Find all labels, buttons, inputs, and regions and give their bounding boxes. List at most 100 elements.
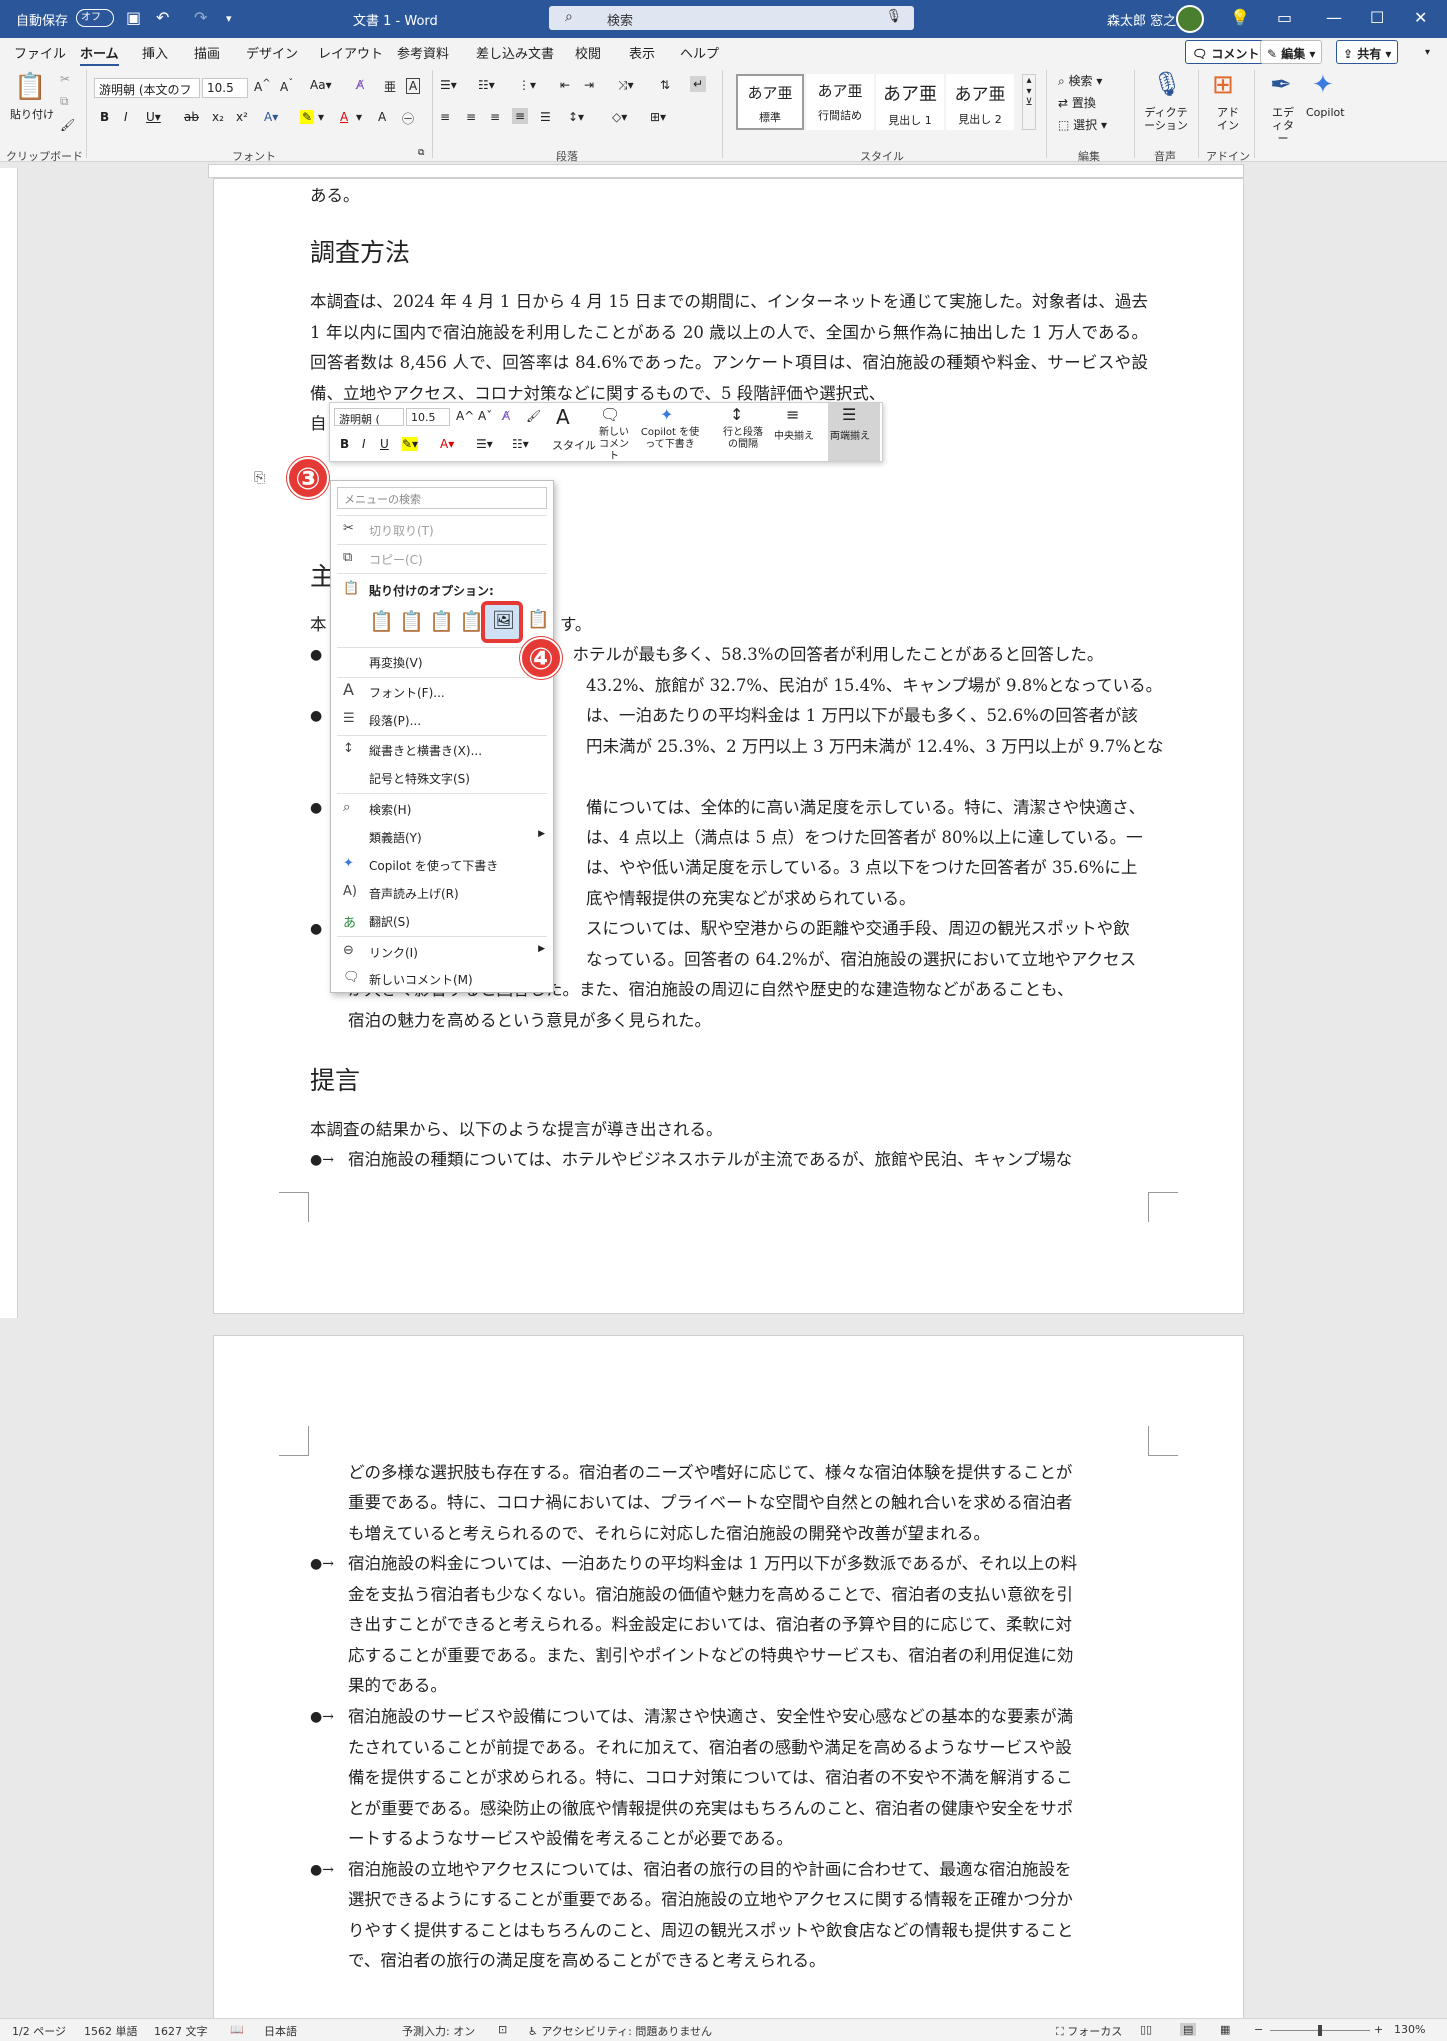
paste-text-only-icon[interactable]: 📋: [527, 609, 549, 630]
redo-icon[interactable]: ↷: [194, 8, 207, 27]
mini-new-comment-icon[interactable]: 🗨: [600, 405, 620, 424]
paste-dest-style-icon[interactable]: 📋: [429, 609, 454, 633]
menu-search[interactable]: ⌕ 検索(H): [331, 796, 553, 822]
justify-icon[interactable]: ≡: [512, 108, 529, 124]
web-layout-icon[interactable]: ▦: [1220, 2023, 1230, 2036]
bullet-line[interactable]: 43.2%、旅館が 32.7%、民泊が 15.4%、キャンプ場が 9.8%となっ…: [586, 671, 1162, 702]
doc-line[interactable]: りやすく提供することはもちろんのこと、周辺の観光スポットや飲食店などの情報も提供…: [348, 1916, 1073, 1947]
menu-new-comment[interactable]: 🗨 新しいコメント(M): [331, 966, 553, 992]
enclose-char-icon[interactable]: ㊀: [402, 110, 414, 127]
horizontal-ruler[interactable]: [208, 164, 1244, 178]
mini-copilot-button[interactable]: Copilot を使って下書き: [638, 427, 702, 451]
paste-picture-icon[interactable]: 🖼: [481, 601, 523, 643]
text-effects-icon[interactable]: A▾: [264, 110, 278, 124]
multilevel-list-icon[interactable]: ⋮▾: [518, 78, 536, 92]
line-spacing-icon[interactable]: ↕▾: [568, 110, 584, 124]
status-accessibility[interactable]: ♿ アクセシビリティ: 問題ありません: [528, 2023, 712, 2039]
dictate-button[interactable]: ディクテーション: [1140, 106, 1192, 132]
phonetic-guide-icon[interactable]: 亜: [384, 78, 396, 95]
align-center-icon[interactable]: ≡: [466, 110, 476, 124]
clear-format-icon[interactable]: A̸: [356, 78, 364, 92]
menu-translate[interactable]: あ翻訳(S): [331, 908, 553, 934]
font-name-select[interactable]: 游明朝 (本文のフ: [94, 78, 200, 98]
zoom-in-icon[interactable]: +: [1374, 2023, 1383, 2036]
editor-icon[interactable]: ✒: [1270, 70, 1292, 100]
style-normal[interactable]: あア亜 標準: [736, 74, 804, 130]
sort-icon[interactable]: ⇅: [660, 78, 670, 92]
bullet-line[interactable]: 底や情報提供の充実などが求められている。: [586, 884, 916, 915]
mini-new-comment-button[interactable]: 新しいコメント: [596, 427, 632, 463]
change-case-icon[interactable]: Aa▾: [310, 78, 332, 92]
copy-icon[interactable]: ⧉: [60, 94, 69, 109]
tab-references[interactable]: 参考資料: [397, 43, 449, 62]
vertical-ruler[interactable]: [0, 168, 18, 1318]
mini-underline-icon[interactable]: U: [380, 437, 389, 451]
mini-shrink-font-icon[interactable]: Aˇ: [478, 409, 492, 423]
style-heading2[interactable]: あア亜 見出し 2: [946, 74, 1014, 130]
minimize-icon[interactable]: —: [1326, 8, 1342, 27]
menu-read-aloud[interactable]: A) 音声読み上げ(R): [331, 880, 553, 906]
tab-view[interactable]: 表示: [629, 43, 655, 62]
tab-help[interactable]: ヘルプ: [680, 43, 719, 62]
font-color-icon[interactable]: A: [340, 110, 348, 124]
bullet-line[interactable]: は、一泊あたりの平均料金は 1 万円以下が最も多く、52.6%の回答者が該: [586, 701, 1138, 732]
doc-line[interactable]: き出すことができると考えられる。料金設定においては、宿泊者の予算や目的に応じて、…: [348, 1610, 1072, 1641]
highlight-icon[interactable]: ✎: [300, 110, 315, 124]
doc-line[interactable]: 果的である。: [348, 1671, 447, 1702]
autosave-toggle[interactable]: オフ: [76, 9, 114, 27]
doc-line[interactable]: ートするようなサービスや設備を考えることが必要である。: [348, 1824, 793, 1855]
mini-font-color-icon[interactable]: A▾: [440, 437, 454, 451]
style-heading1[interactable]: あア亜 見出し 1: [876, 74, 944, 130]
search-box[interactable]: ⌕ 検索 🎙: [549, 6, 914, 30]
addins-button[interactable]: アドイン: [1214, 106, 1242, 132]
menu-synonyms[interactable]: 類義語(Y) ▶: [331, 824, 553, 850]
doc-line[interactable]: 宿泊施設のサービスや設備については、清潔さや快適さ、安全性や安心感などの基本的な…: [348, 1702, 1073, 1733]
heading-survey-method[interactable]: 調査方法: [310, 238, 410, 269]
mini-line-spacing-icon[interactable]: ↕: [730, 405, 743, 424]
bullet-line[interactable]: なっている。回答者の 64.2%が、宿泊施設の選択において立地やアクセス: [586, 945, 1136, 976]
menu-symbol[interactable]: 記号と特殊文字(S): [331, 765, 553, 791]
clipboard-paste-icon[interactable]: 📋: [14, 72, 46, 102]
mini-italic-icon[interactable]: I: [362, 437, 366, 451]
borders-icon[interactable]: ⊞▾: [650, 110, 666, 124]
replace-button[interactable]: ⇄ 置換: [1058, 94, 1096, 111]
bullets-icon[interactable]: ☰▾: [440, 78, 457, 92]
bullet-line[interactable]: は、4 点以上（満点は 5 点）をつけた回答者が 80%以上に達している。一: [586, 823, 1143, 854]
font-size-select[interactable]: 10.5: [202, 78, 248, 98]
align-right-icon[interactable]: ≡: [490, 110, 500, 124]
paragraph-survey-method[interactable]: 本調査は、2024 年 4 月 1 日から 4 月 15 日までの期間に、インタ…: [310, 287, 1148, 409]
numbering-icon[interactable]: ☷▾: [478, 78, 495, 92]
menu-search-input[interactable]: メニューの検索: [337, 487, 547, 509]
heading-recommendations[interactable]: 提言: [310, 1066, 360, 1097]
line-start[interactable]: 本: [310, 610, 327, 641]
format-painter-icon[interactable]: 🖌: [60, 118, 75, 132]
tab-mailings[interactable]: 差し込み文書: [476, 43, 554, 62]
read-mode-icon[interactable]: ▯▯: [1140, 2023, 1152, 2036]
doc-line[interactable]: 選択できるようにすることが重要である。宿泊施設の立地やアクセスに関する情報を正確…: [348, 1885, 1073, 1916]
subscript-icon[interactable]: x₂: [212, 110, 224, 124]
mini-line-spacing-button[interactable]: 行と段落の間隔: [722, 427, 764, 451]
share-button[interactable]: ⇪ 共有 ▾: [1336, 40, 1399, 64]
distributed-icon[interactable]: ☰: [540, 110, 551, 124]
mini-highlight-icon[interactable]: ✎▾: [402, 437, 419, 451]
tab-home[interactable]: ホーム: [80, 43, 119, 67]
mini-styles-icon[interactable]: A: [556, 405, 570, 429]
doc-line[interactable]: で、宿泊者の旅行の満足度を高めることができると考えられる。: [348, 1946, 826, 1977]
shading-icon[interactable]: ◇▾: [612, 110, 627, 124]
align-left-icon[interactable]: ≡: [440, 110, 450, 124]
shrink-font-icon[interactable]: Aˇ: [280, 78, 293, 94]
bullet-line[interactable]: 、ホテルが最も多く、58.3%の回答者が利用したことがあると回答した。: [556, 640, 1103, 671]
edit-mode-button[interactable]: ✎ 編集 ▾: [1260, 40, 1323, 64]
menu-link[interactable]: ⊖ リンク(I) ▶: [331, 939, 553, 965]
mini-bold-icon[interactable]: B: [340, 437, 349, 451]
style-no-spacing[interactable]: あア亜 行間詰め: [806, 74, 874, 130]
paste-indicator-icon[interactable]: ⎘: [254, 470, 265, 486]
cut-icon[interactable]: ✂: [60, 72, 70, 86]
mini-copilot-icon[interactable]: ✦: [660, 405, 673, 424]
bullet-line[interactable]: 宿泊施設の種類については、ホテルやビジネスホテルが主流であるが、旅館や民泊、キャ…: [348, 1145, 1072, 1176]
zoom-out-icon[interactable]: −: [1254, 2023, 1263, 2036]
copilot-icon[interactable]: ✦: [1312, 70, 1334, 100]
doc-line[interactable]: 備を提供することが求められる。特に、コロナ対策については、宿泊者の不安や不満を解…: [348, 1763, 1073, 1794]
status-predict[interactable]: 予測入力: オン: [402, 2023, 475, 2039]
tab-design[interactable]: デザイン: [246, 43, 298, 62]
